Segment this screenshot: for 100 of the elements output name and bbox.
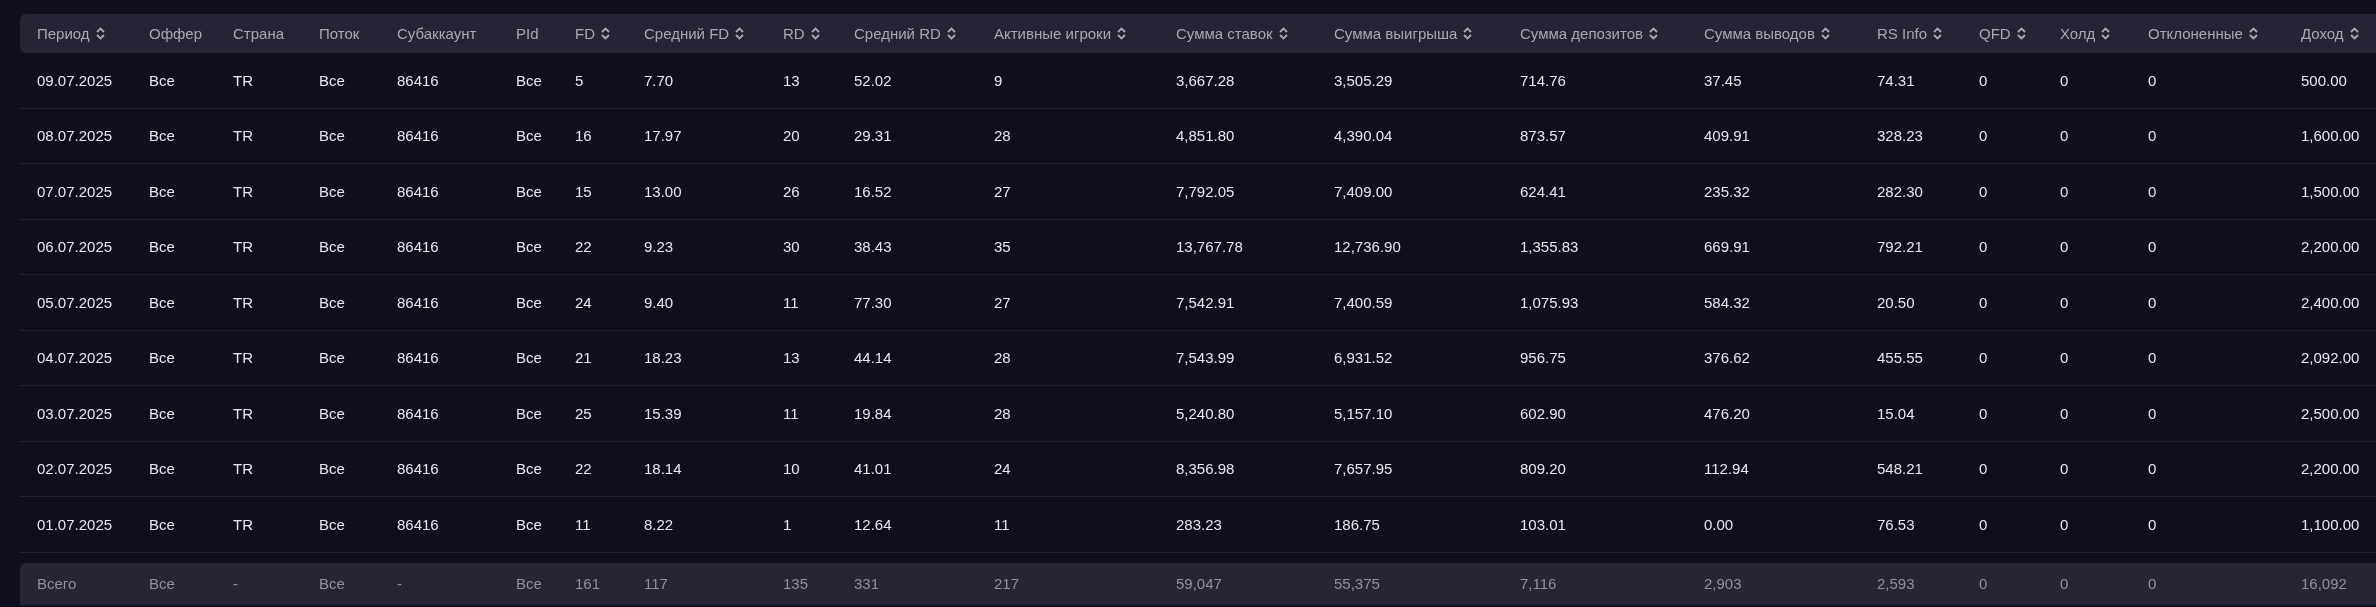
table-cell-text: Все	[148, 349, 176, 367]
table-cell-text: 18.23	[643, 349, 683, 367]
table-cell-text: TR	[232, 71, 254, 89]
column-header[interactable]: RD	[783, 25, 805, 42]
table-cell-text: 16	[574, 127, 593, 145]
table-cell-text: 328.23	[1876, 127, 1924, 145]
table-cell-text: 77.30	[853, 293, 893, 311]
table-cell-text: 86416	[396, 127, 440, 145]
column-header[interactable]: Отклоненные	[2148, 25, 2243, 42]
column-header[interactable]: Холд	[2060, 25, 2096, 42]
table-cell-text: 0	[2147, 515, 2158, 533]
table-cell-text: 0	[1978, 349, 1989, 367]
table-cell-text: 03.07.2025	[36, 404, 114, 422]
column-header[interactable]: Сумма ставок	[1176, 25, 1273, 42]
table-cell-text: Все	[318, 349, 346, 367]
table-cell-text: 15	[574, 182, 593, 200]
table-cell-text: Все	[318, 238, 346, 256]
table-cell-text: 0	[2147, 238, 2158, 256]
column-header[interactable]: PId	[516, 25, 539, 42]
sort-icon[interactable]	[1278, 27, 1288, 40]
table-cell-text: 602.90	[1519, 404, 1567, 422]
column-header[interactable]: QFD	[1979, 25, 2011, 42]
sort-icon[interactable]	[2248, 27, 2258, 40]
total-cell-text: Все	[148, 575, 176, 592]
sort-icon[interactable]	[1117, 27, 1126, 40]
table-cell-text: 7.70	[643, 71, 675, 89]
sort-icon[interactable]	[1463, 27, 1473, 40]
table-cell-text: 186.75	[1333, 515, 1381, 533]
column-header[interactable]: Оффер	[149, 25, 203, 42]
total-cell-text: 0	[2059, 575, 2070, 592]
column-header[interactable]: Средний RD	[854, 25, 941, 42]
table-cell-text: 09.07.2025	[36, 71, 114, 89]
column-header[interactable]: Сумма депозитов	[1520, 25, 1643, 42]
sort-icon[interactable]	[95, 27, 105, 40]
table-cell-text: 0	[2059, 293, 2070, 311]
column-header[interactable]: Активные игроки	[994, 25, 1111, 42]
table-cell-text: 0.00	[1703, 515, 1735, 533]
table-cell-text: Все	[515, 293, 543, 311]
table-cell-text: 26	[782, 182, 801, 200]
table-cell-text: Все	[318, 293, 346, 311]
sort-icon[interactable]	[735, 27, 745, 40]
table-cell-text: 05.07.2025	[36, 293, 114, 311]
column-header[interactable]: FD	[575, 25, 595, 42]
table-cell-text: 455.55	[1876, 349, 1924, 367]
table-cell-text: 12.64	[853, 515, 893, 533]
column-header[interactable]: RS Info	[1877, 25, 1928, 42]
table-cell-text: 21	[574, 349, 593, 367]
sort-icon[interactable]	[810, 27, 820, 40]
table-cell-text: Все	[515, 460, 543, 478]
sort-icon[interactable]	[601, 27, 610, 40]
table-cell-text: 0	[1978, 404, 1989, 422]
table-cell-text: 13.00	[643, 182, 683, 200]
total-cell-text: -	[232, 575, 239, 592]
total-cell-text: 59,047	[1175, 575, 1223, 592]
table-cell-text: 74.31	[1876, 71, 1916, 89]
sort-icon[interactable]	[1648, 27, 1658, 40]
table-cell-text: 3,505.29	[1333, 71, 1394, 89]
sort-icon[interactable]	[946, 27, 956, 40]
table-cell-text: TR	[232, 238, 254, 256]
table-cell-text: Все	[515, 404, 543, 422]
table-cell-text: 24	[993, 460, 1012, 478]
sort-icon[interactable]	[2016, 27, 2026, 40]
column-header[interactable]: Страна	[233, 25, 284, 42]
table-cell-text: 283.23	[1175, 515, 1223, 533]
table-cell-text: Все	[318, 182, 346, 200]
table-cell-text: 0	[2059, 182, 2070, 200]
table-cell-text: 18.14	[643, 460, 683, 478]
table-cell-text: Все	[148, 404, 176, 422]
sort-icon[interactable]	[1933, 27, 1943, 40]
column-header[interactable]: Сумма выводов	[1704, 25, 1815, 42]
column-header[interactable]: Доход	[2301, 25, 2344, 42]
table-cell-text: 11	[782, 404, 800, 422]
table-cell-text: 2,092.00	[2300, 349, 2361, 367]
column-header[interactable]: Средний FD	[644, 25, 730, 42]
sort-icon[interactable]	[2101, 27, 2111, 40]
table-cell-text: 28	[993, 404, 1012, 422]
table-cell-text: 0	[2059, 127, 2070, 145]
table-cell-text: 10	[782, 460, 801, 478]
table-cell-text: 476.20	[1703, 404, 1751, 422]
total-cell-text: 55,375	[1333, 575, 1381, 592]
table-cell-text: 282.30	[1876, 182, 1924, 200]
table-cell-text: 0	[2059, 238, 2070, 256]
column-header[interactable]: Поток	[319, 25, 360, 42]
total-cell-text: 0	[2147, 575, 2158, 592]
table-cell-text: 1,500.00	[2300, 182, 2361, 200]
table-cell-text: 52.02	[853, 71, 893, 89]
table-cell-text: 20	[782, 127, 801, 145]
table-cell-text: 1,600.00	[2300, 127, 2361, 145]
column-header[interactable]: Период	[37, 25, 90, 42]
table-cell-text: 41.01	[853, 460, 893, 478]
table-cell-text: Все	[148, 515, 176, 533]
table-cell-text: 1,355.83	[1519, 238, 1580, 256]
table-cell-text: 02.07.2025	[36, 460, 114, 478]
total-cell-text: 217	[993, 575, 1021, 592]
column-header[interactable]: Сумма выигрыша	[1334, 25, 1458, 42]
sort-icon[interactable]	[1820, 27, 1830, 40]
table-cell-text: 04.07.2025	[36, 349, 114, 367]
sort-icon[interactable]	[2349, 27, 2359, 40]
table-cell-text: 7,543.99	[1175, 349, 1236, 367]
column-header[interactable]: Субаккаунт	[397, 25, 477, 42]
